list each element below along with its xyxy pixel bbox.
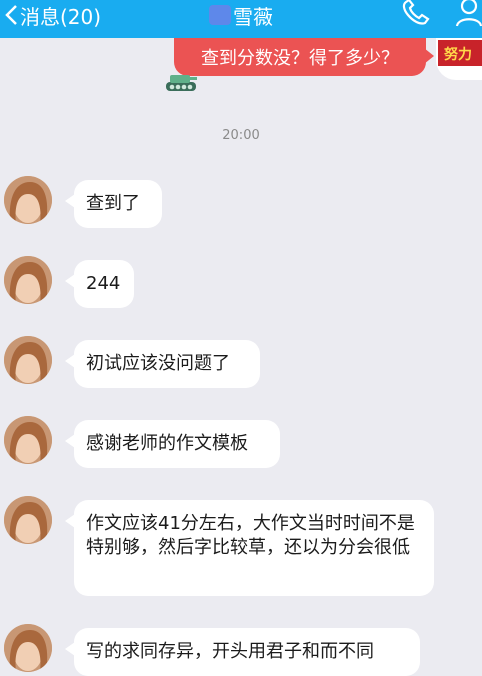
my-avatar-text: 努力 [444, 46, 472, 63]
message-row: 查到了 [4, 176, 474, 236]
message-text: 查到了 [86, 193, 140, 214]
message-bubble[interactable]: 初试应该没问题了 [65, 340, 260, 388]
message-text: 写的求同存异，开头用君子和而不同 [86, 641, 374, 662]
my-avatar[interactable]: 努力 [436, 38, 482, 80]
contact-name: 雪薇 [233, 4, 273, 29]
message-row: 感谢老师的作文模板 [4, 416, 474, 476]
avatar[interactable] [4, 496, 52, 544]
message-bubble[interactable]: 作文应该41分左右，大作文当时时间不是特别够，然后字比较草，还以为分会很低 [65, 500, 434, 596]
contact-badge-icon [209, 5, 231, 25]
avatar[interactable] [4, 416, 52, 464]
message-row: 作文应该41分左右，大作文当时时间不是特别够，然后字比较草，还以为分会很低 [4, 496, 474, 600]
message-bubble[interactable]: 查到了 [65, 180, 162, 228]
message-bubble[interactable]: 244 [65, 260, 134, 308]
avatar[interactable] [4, 176, 52, 224]
message-bubble[interactable]: 感谢老师的作文模板 [65, 420, 280, 468]
sent-message-row: 查到分数没？得了多少？ 努力 [0, 38, 482, 100]
avatar[interactable] [4, 624, 52, 672]
message-bubble[interactable]: 写的求同存异，开头用君子和而不同 [65, 628, 420, 676]
message-text: 初试应该没问题了 [86, 353, 230, 374]
avatar[interactable] [4, 336, 52, 384]
tank-icon [164, 68, 198, 98]
message-row: 初试应该没问题了 [4, 336, 474, 396]
phone-icon[interactable] [400, 0, 434, 32]
chat-header: 消息(20) 雪薇 [0, 0, 482, 38]
person-icon[interactable] [455, 0, 482, 32]
message-row: 244 [4, 256, 474, 316]
message-text: 244 [86, 273, 121, 294]
sent-message-bubble[interactable]: 查到分数没？得了多少？ [174, 38, 426, 76]
message-text: 作文应该41分左右，大作文当时时间不是特别够，然后字比较草，还以为分会很低 [86, 513, 415, 558]
message-timestamp: 20:00 [222, 128, 260, 143]
message-text: 感谢老师的作文模板 [86, 433, 248, 454]
sent-message-text: 查到分数没？得了多少？ [201, 48, 399, 69]
message-row: 写的求同存异，开头用君子和而不同 [4, 624, 474, 676]
sent-bubble-tail [424, 48, 434, 64]
avatar[interactable] [4, 256, 52, 304]
